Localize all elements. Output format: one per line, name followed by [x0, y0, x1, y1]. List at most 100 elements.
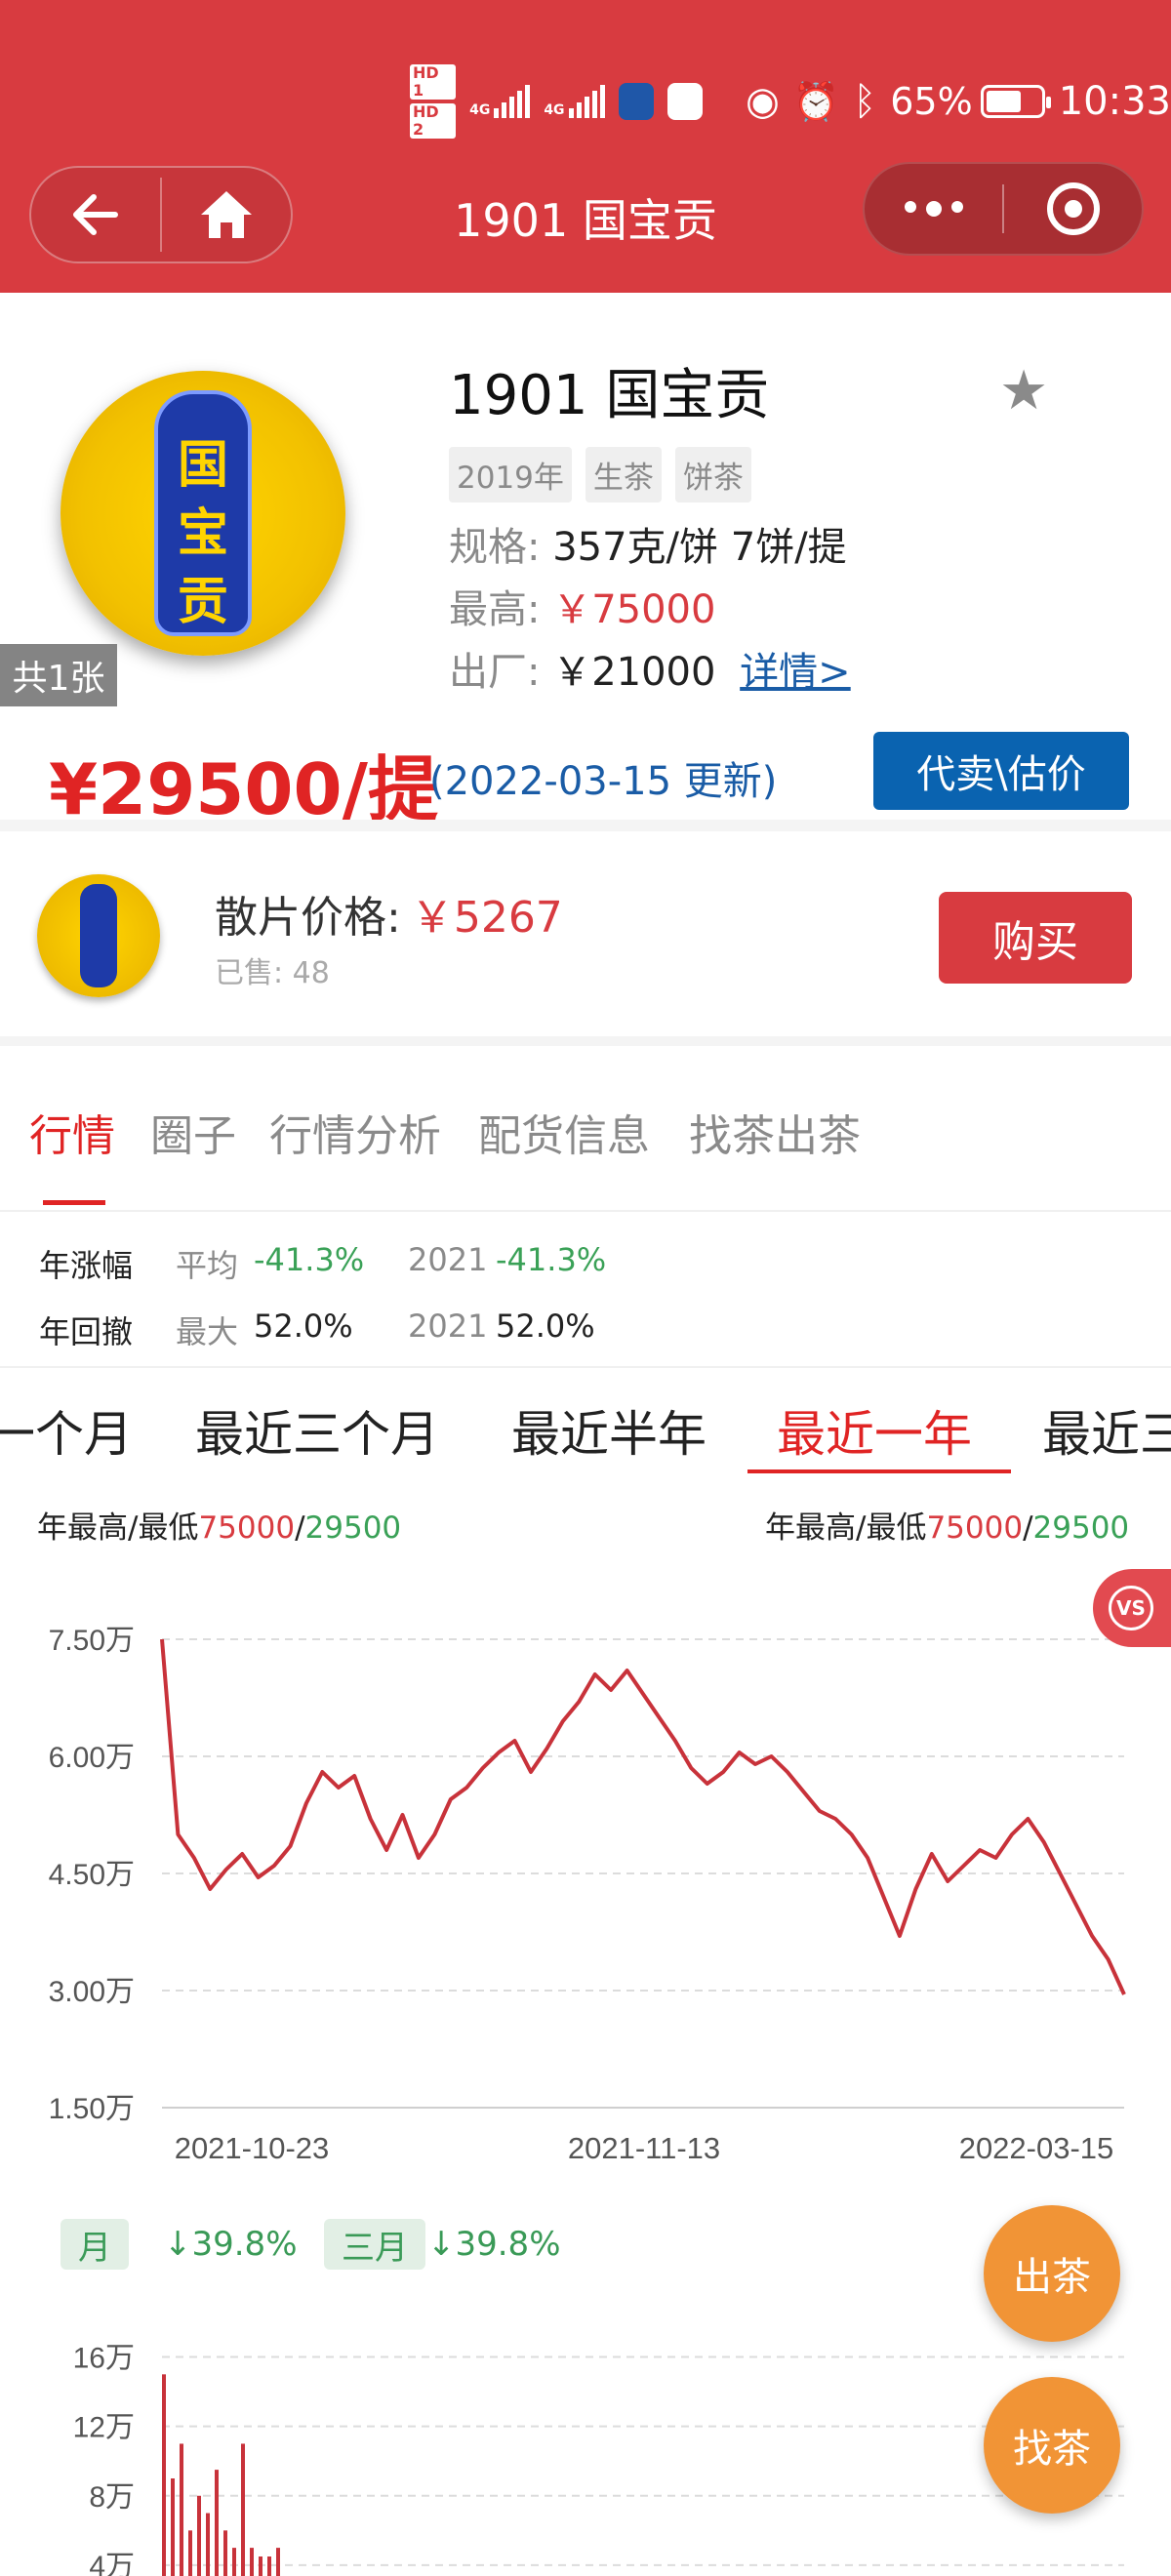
year-high-low-right: 年最高/最低75000/29500	[765, 1503, 1129, 1547]
app-header: HD 1 HD 2 4G 4G ◉ ⏰ ᛒ 65% 10:33 1901 国宝贡	[0, 0, 1171, 293]
y-tick-label: 4万	[89, 2551, 135, 2576]
hilo-label: 年最高/最低	[765, 1510, 927, 1546]
favorite-star-icon[interactable]: ★	[999, 359, 1048, 423]
close-mini-program-button[interactable]	[1004, 182, 1142, 235]
target-icon	[1046, 182, 1100, 235]
loose-price-section: 散片价格: ￥5267 已售: 48 购买	[0, 831, 1171, 1036]
y-tick-label: 1.50万	[49, 2093, 135, 2125]
loose-price-row: 散片价格: ￥5267	[215, 882, 563, 945]
battery-indicator: 65%	[890, 80, 1051, 123]
volume-bar	[241, 2443, 245, 2576]
volume-bar	[162, 2374, 166, 2576]
factory-value: ￥21000	[552, 650, 716, 695]
quarter-change-value: ↓39.8%	[427, 2225, 561, 2264]
stat-year-value: 52.0%	[496, 1308, 595, 1345]
stat-max-label: 最大	[176, 1313, 239, 1350]
loose-cake-image	[37, 874, 160, 997]
wrapper-band-graphic: 国 宝 贡	[154, 390, 252, 636]
stat-max-value: 52.0%	[254, 1308, 353, 1345]
stat-year-label: 2021	[408, 1308, 488, 1345]
more-button[interactable]	[865, 201, 1002, 217]
y-tick-label: 4.50万	[49, 1859, 135, 1891]
active-tab-indicator	[43, 1200, 105, 1205]
x-tick-label: 2021-10-23	[175, 2131, 330, 2165]
factory-label: 出厂:	[449, 650, 541, 695]
eye-icon: ◉	[746, 79, 780, 124]
clock: 10:33	[1058, 79, 1171, 124]
product-tags: 2019年 生茶 饼茶	[449, 447, 751, 503]
tab-market-analysis[interactable]: 行情分析	[269, 1101, 441, 1163]
hilo-sep: /	[295, 1510, 305, 1546]
period-3m[interactable]: 最近三个月	[195, 1395, 439, 1466]
period-1m[interactable]: 一个月	[0, 1395, 133, 1466]
tab-market[interactable]: 行情	[29, 1101, 115, 1163]
stat-row-drawdown: 年回撤 最大 52.0% 2021 52.0%	[39, 1308, 1171, 1350]
volume-bar	[180, 2443, 183, 2576]
volume-bar	[188, 2530, 192, 2576]
product-info: 国 宝 贡 共1张 1901 国宝贡 ★ 2019年 生茶 饼茶 规格: 357…	[0, 293, 1171, 830]
product-image[interactable]: 国 宝 贡	[61, 371, 345, 656]
tag-year: 2019年	[449, 447, 572, 503]
volume-bar	[232, 2548, 236, 2576]
volume-bar	[197, 2495, 201, 2576]
y-tick-label: 8万	[89, 2481, 135, 2514]
yearly-stats: 年涨幅 平均 -41.3% 2021 -41.3% 年回撤 最大 52.0% 2…	[0, 1210, 1171, 1366]
volume-bar	[250, 2548, 254, 2576]
mini-program-capsule	[863, 162, 1144, 256]
quarter-change-label: 三月	[324, 2219, 425, 2270]
signal-2-icon	[568, 85, 605, 118]
buy-button[interactable]: 购买	[939, 892, 1132, 984]
volume-bar	[259, 2556, 262, 2576]
bank-app-icon	[618, 83, 654, 120]
period-tabs: 一个月 最近三个月 最近半年 最近一年 最近三	[0, 1366, 1171, 1483]
battery-percent: 65%	[890, 80, 973, 123]
vs-icon: VS	[1109, 1586, 1153, 1630]
stat-year-label: 2021	[408, 1241, 488, 1278]
tab-circle[interactable]: 圈子	[150, 1101, 236, 1163]
high-label: 最高:	[449, 587, 541, 632]
chat-app-icon	[666, 83, 704, 120]
period-6m[interactable]: 最近半年	[511, 1395, 707, 1466]
volume-bar	[223, 2530, 227, 2576]
y-tick-label: 12万	[73, 2412, 135, 2444]
tab-allocation-info[interactable]: 配货信息	[478, 1101, 650, 1163]
period-1y[interactable]: 最近一年	[777, 1395, 972, 1466]
hilo-sep: /	[1023, 1510, 1033, 1546]
compare-vs-button[interactable]: VS	[1093, 1569, 1171, 1647]
image-count-badge: 共1张	[0, 644, 117, 706]
signal-1-icon	[494, 85, 531, 118]
content-tabs: 行情 圈子 行情分析 配货信息 找茶出茶	[0, 1044, 1171, 1210]
hilo-high: 75000	[198, 1510, 296, 1546]
volume-bar	[267, 2556, 271, 2576]
stat-year-value: -41.3%	[496, 1241, 607, 1278]
active-period-indicator	[747, 1469, 1011, 1473]
section-divider	[0, 820, 1171, 831]
tag-type: 生茶	[585, 447, 662, 503]
tab-find-sell-tea[interactable]: 找茶出茶	[689, 1101, 861, 1163]
consign-estimate-button[interactable]: 代卖\估价	[873, 732, 1129, 810]
x-tick-label: 2021-11-13	[568, 2131, 720, 2165]
sold-count: 已售: 48	[215, 956, 330, 990]
signal-2: 4G	[544, 85, 605, 118]
y-tick-label: 7.50万	[49, 1625, 135, 1657]
product-name: 1901 国宝贡	[449, 364, 770, 427]
x-tick-label: 2022-03-15	[959, 2131, 1114, 2165]
price-series-line	[160, 1638, 1126, 1995]
details-link[interactable]: 详情>	[740, 650, 851, 695]
hilo-high: 75000	[926, 1510, 1024, 1546]
hilo-low: 29500	[304, 1510, 402, 1546]
y-tick-label: 6.00万	[49, 1742, 135, 1774]
bluetooth-icon: ᛒ	[853, 79, 877, 124]
band-glyph: 贡	[177, 573, 228, 631]
period-3y[interactable]: 最近三	[1042, 1395, 1171, 1466]
sell-tea-fab[interactable]: 出茶	[984, 2205, 1120, 2342]
battery-icon	[980, 85, 1051, 118]
update-date: (2022-03-15 更新)	[429, 759, 778, 804]
price-line-chart: 7.50万 6.00万 4.50万 3.00万 1.50万 2021-10-23 2021-…	[49, 1625, 1126, 2165]
hd1-badge: HD 1	[410, 64, 457, 100]
spec-value: 357克/饼 7饼/提	[552, 525, 847, 570]
find-tea-fab[interactable]: 找茶	[984, 2377, 1120, 2514]
signal-1: 4G	[469, 85, 531, 118]
factory-row: 出厂: ￥21000 详情>	[449, 640, 851, 697]
spec-label: 规格:	[449, 525, 541, 570]
